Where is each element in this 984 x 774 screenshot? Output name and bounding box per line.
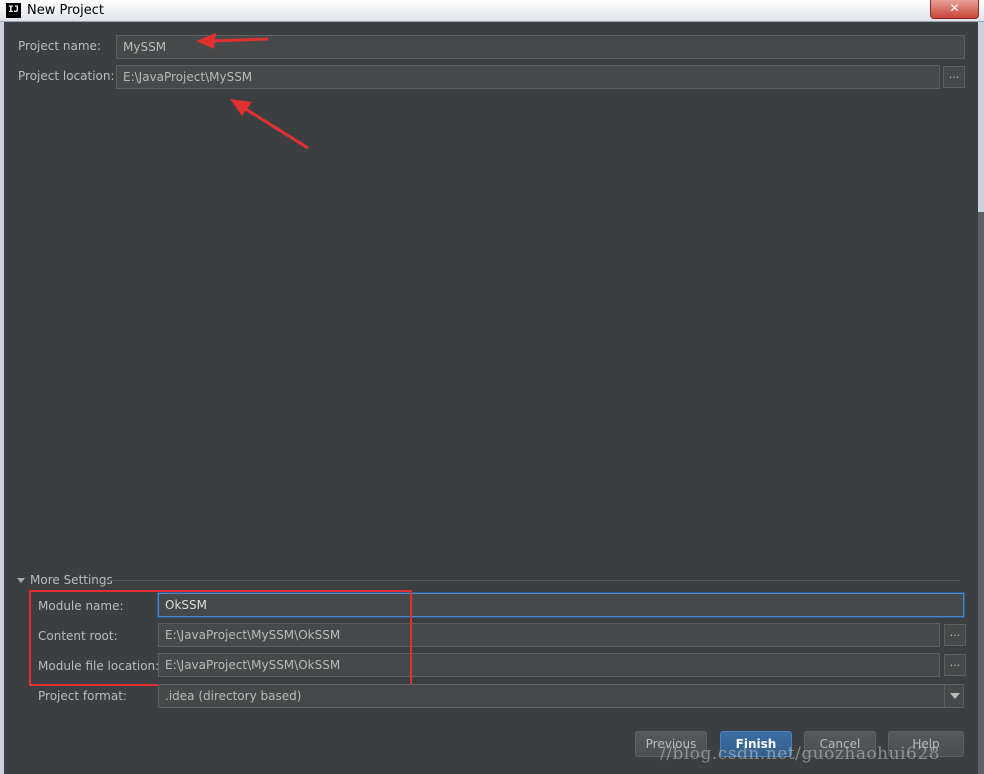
content-root-field[interactable]: E:\JavaProject\MySSM\OkSSM (158, 623, 940, 647)
content-root-label: Content root: (38, 629, 118, 643)
watermark-text: //blog.csdn.net/guozhaohui628 (660, 744, 940, 764)
chevron-down-icon[interactable] (944, 684, 964, 708)
module-file-location-label: Module file location: (38, 659, 160, 673)
section-divider (105, 580, 960, 581)
project-format-label: Project format: (38, 689, 127, 703)
expand-triangle-icon (17, 578, 25, 583)
module-name-field[interactable]: OkSSM (158, 593, 964, 617)
project-format-select[interactable]: .idea (directory based) (158, 684, 964, 708)
module-file-location-browse-button[interactable]: ... (944, 654, 966, 676)
more-settings-toggle[interactable]: More Settings (17, 573, 113, 587)
arrow-to-project-name (196, 33, 269, 49)
more-settings-label: More Settings (30, 573, 113, 587)
arrow-to-project-location (230, 99, 309, 150)
content-root-browse-button[interactable]: ... (944, 624, 966, 646)
module-file-location-field[interactable]: E:\JavaProject\MySSM\OkSSM (158, 653, 940, 677)
module-name-label: Module name: (38, 599, 124, 613)
